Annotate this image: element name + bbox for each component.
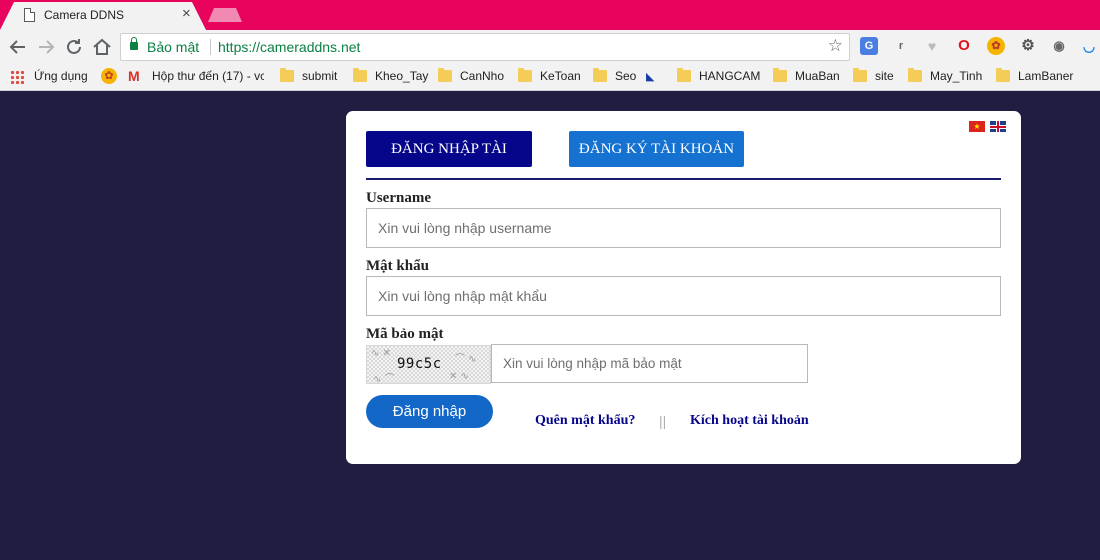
gear-icon[interactable]: ⚙: [1019, 37, 1037, 55]
captcha-noise: ⌒ ∿: [455, 354, 477, 365]
tab-title: Camera DDNS: [44, 8, 125, 22]
english-flag-icon[interactable]: [990, 121, 1006, 132]
extension-icon[interactable]: ✿: [987, 37, 1005, 55]
forgot-password-link[interactable]: Quên mật khẩu?: [535, 413, 635, 429]
tab-strip: Camera DDNS ×: [0, 0, 1100, 30]
eye-icon[interactable]: ◉: [1050, 37, 1068, 55]
bookmark-site[interactable]: site: [853, 68, 897, 86]
folder-icon: [773, 68, 787, 82]
folder-icon: [677, 68, 691, 82]
bookmark-gmail[interactable]: M Hộp thư đến (17) - vc: [128, 68, 268, 86]
home-icon[interactable]: [90, 35, 114, 59]
captcha-noise: ∿ ✕: [371, 348, 391, 359]
bookmark-cannho[interactable]: CanNho: [438, 68, 506, 86]
folder-icon: [996, 68, 1010, 82]
forward-arrow-icon[interactable]: [34, 35, 58, 59]
activate-account-link[interactable]: Kích hoạt tài khoản: [690, 413, 809, 429]
back-arrow-icon[interactable]: [6, 35, 30, 59]
bookmark-label: May_Tinh: [930, 69, 983, 83]
bookmark-ketoan[interactable]: KeToan: [518, 68, 581, 86]
bookmark-muaban[interactable]: MuaBan: [773, 68, 843, 86]
link-separator: ||: [659, 413, 667, 429]
site-favicon-icon: ◣: [646, 71, 655, 83]
wave-icon[interactable]: ◡: [1080, 37, 1098, 55]
opera-icon[interactable]: O: [955, 37, 973, 55]
captcha-label: Mã bảo mật: [366, 326, 444, 342]
bookmark-label: Seo: [615, 69, 637, 83]
bookmark-label: Kheo_Tay: [375, 69, 429, 83]
reload-icon[interactable]: [62, 35, 86, 59]
apps-grid-icon: [10, 70, 24, 84]
bookmark-label: site: [875, 69, 894, 83]
url-text[interactable]: https://cameraddns.net: [218, 39, 360, 55]
heart-icon[interactable]: ♥: [923, 37, 941, 55]
captcha-noise: ∿ ⌒: [373, 374, 395, 384]
bookmark-extension[interactable]: ✿: [101, 68, 117, 86]
bookmark-label: MuaBan: [795, 69, 840, 83]
uk-flag-cross: [990, 125, 1006, 128]
captcha-noise: ✕ ∿: [449, 371, 469, 382]
r-icon[interactable]: r: [892, 37, 910, 55]
folder-icon: [438, 68, 452, 82]
login-button[interactable]: Đăng nhập: [366, 395, 493, 428]
bookmark-label: Hộp thư đến (17) - vc: [152, 69, 264, 83]
captcha-input[interactable]: [491, 344, 808, 383]
bookmark-label: LamBaner: [1018, 69, 1074, 83]
username-input[interactable]: [366, 208, 1001, 248]
bookmark-submit[interactable]: submit: [280, 68, 342, 86]
bookmark-hangcam[interactable]: HANGCAM: [677, 68, 761, 86]
tab-divider: [366, 178, 1001, 180]
bookmark-apps[interactable]: Ứng dụng: [10, 68, 92, 86]
lock-icon: [130, 37, 138, 50]
bookmark-label: Ứng dụng: [34, 69, 88, 83]
folder-icon: [593, 68, 607, 82]
login-card: ★ ĐĂNG NHẬP TÀI KHOẢN ĐĂNG KÝ TÀI KHOẢN …: [346, 111, 1021, 464]
browser-toolbar: Bảo mật https://cameraddns.net ☆ G r ♥ O…: [0, 30, 1100, 64]
folder-icon: [518, 68, 532, 82]
folder-icon: [353, 68, 367, 82]
new-tab-button[interactable]: [208, 8, 242, 22]
address-bar[interactable]: Bảo mật https://cameraddns.net ☆: [120, 33, 850, 61]
translate-icon[interactable]: G: [860, 37, 878, 55]
folder-icon: [853, 68, 867, 82]
password-input[interactable]: [366, 276, 1001, 316]
omnibox-divider: [210, 39, 211, 55]
bookmark-site-favicon[interactable]: ◣: [646, 68, 662, 86]
bookmark-label: HANGCAM: [699, 69, 761, 83]
gmail-icon: M: [128, 68, 140, 84]
tab-register[interactable]: ĐĂNG KÝ TÀI KHOẢN: [569, 131, 744, 167]
password-label: Mật khẩu: [366, 258, 429, 274]
tab-login[interactable]: ĐĂNG NHẬP TÀI KHOẢN: [366, 131, 532, 193]
folder-icon: [280, 68, 294, 82]
captcha-image: ∿ ✕ ⌒ ∿ ∿ ⌒ ✕ ∿ 99c5c: [366, 345, 491, 384]
username-label: Username: [366, 190, 431, 206]
extension-icon: ✿: [101, 68, 117, 84]
browser-tab[interactable]: Camera DDNS ×: [0, 2, 206, 30]
close-tab-icon[interactable]: ×: [182, 5, 191, 22]
bookmark-may-tinh[interactable]: May_Tinh: [908, 68, 986, 86]
bookmark-label: CanNho: [460, 69, 505, 83]
bookmark-lambaner[interactable]: LamBaner: [996, 68, 1074, 86]
bookmark-label: KeToan: [540, 69, 581, 83]
bookmark-seo[interactable]: Seo: [593, 68, 637, 86]
page-icon: [24, 8, 35, 22]
bookmark-label: submit: [302, 69, 338, 83]
bookmarks-bar: Ứng dụng ✿ M Hộp thư đến (17) - vc submi…: [0, 64, 1100, 91]
vietnamese-flag-icon[interactable]: ★: [969, 121, 985, 132]
secure-label: Bảo mật: [147, 39, 200, 55]
captcha-code: 99c5c: [397, 356, 442, 372]
bookmark-star-icon[interactable]: ☆: [828, 36, 843, 56]
folder-icon: [908, 68, 922, 82]
bookmark-kheo-tay[interactable]: Kheo_Tay: [353, 68, 429, 86]
